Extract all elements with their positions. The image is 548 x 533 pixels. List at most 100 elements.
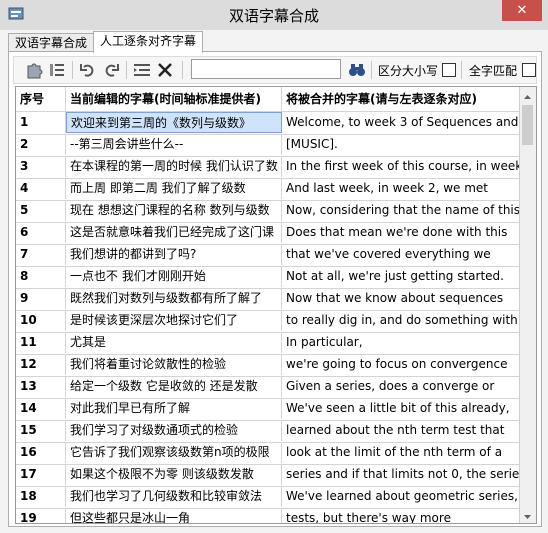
tab-panel: 区分大小写 全字匹配 序号 当前编辑的字幕(时间轴标准提供者) 将被合并的字幕(… xyxy=(8,51,542,527)
table-row[interactable]: 13 给定一个级数 它是收敛的 还是发散 Given a series, does … xyxy=(16,376,520,399)
row-index-cell[interactable]: 1 xyxy=(16,112,66,133)
current-subtitle-cell[interactable]: 我们将着重讨论敛散性的检验 xyxy=(66,354,282,375)
match-case-checkbox[interactable] xyxy=(442,63,456,77)
current-subtitle-cell[interactable]: 我们想讲的都讲到了吗? xyxy=(66,244,282,265)
table-row[interactable]: 15 我们学习了对级数通项式的检验 learned about the nth te… xyxy=(16,420,520,443)
row-index-cell[interactable]: 16 xyxy=(16,442,66,463)
vertical-scrollbar[interactable] xyxy=(519,87,536,523)
table-row[interactable]: 14 对此我们早已有所了解 We've seen a little bit of t… xyxy=(16,398,520,421)
merged-subtitle-cell[interactable]: that we've covered everything we xyxy=(282,244,520,265)
merged-subtitle-cell[interactable]: series and if that limits not 0, the ser… xyxy=(282,464,520,485)
table-row[interactable]: 5 现在 想想这门课程的名称 数列与级数 Now, considering that… xyxy=(16,200,520,223)
merged-subtitle-cell[interactable]: look at the limit of the nth term of a xyxy=(282,442,520,463)
table-row[interactable]: 10 是时候该更深层次地探讨它们了 to really dig in, and do… xyxy=(16,310,520,333)
row-index-cell[interactable]: 19 xyxy=(16,508,66,523)
column-header-current[interactable]: 当前编辑的字幕(时间轴标准提供者) xyxy=(66,87,282,111)
merged-subtitle-cell[interactable]: Welcome, to week 3 of Sequences and xyxy=(282,112,520,133)
merged-subtitle-cell[interactable]: learned about the nth term test that xyxy=(282,420,520,441)
table-row[interactable]: 9 既然我们对数列与级数都有所了解了 Now that we know about … xyxy=(16,288,520,311)
current-subtitle-cell[interactable]: 一点也不 我们才刚刚开始 xyxy=(66,266,282,287)
scroll-thumb[interactable] xyxy=(522,105,533,145)
row-index-cell[interactable]: 8 xyxy=(16,266,66,287)
current-subtitle-cell[interactable]: 是时候该更深层次地探讨它们了 xyxy=(66,310,282,331)
current-subtitle-cell[interactable]: --第三周会讲些什么-- xyxy=(66,134,282,155)
whole-word-checkbox[interactable] xyxy=(522,63,536,77)
list-numbered-icon[interactable] xyxy=(47,60,67,80)
row-index-cell[interactable]: 12 xyxy=(16,354,66,375)
tab-manual-align[interactable]: 人工逐条对齐字幕 xyxy=(93,31,204,53)
binoculars-icon[interactable] xyxy=(347,60,367,80)
table-row[interactable]: 17 如果这个极限不为零 则该级数发散 series and if that lim… xyxy=(16,464,520,487)
table-row[interactable]: 1 欢迎来到第三周的《数列与级数》 Welcome, to week 3 of Se… xyxy=(16,112,520,135)
current-subtitle-cell[interactable]: 在本课程的第一周的时候 我们认识了数 xyxy=(66,156,282,177)
toolbar-separator xyxy=(461,61,462,79)
row-index-cell[interactable]: 4 xyxy=(16,178,66,199)
merged-subtitle-cell[interactable]: We've seen a little bit of this already, xyxy=(282,398,520,419)
scroll-up-icon[interactable] xyxy=(523,91,532,100)
merged-subtitle-cell[interactable]: In the first week of this course, in wee… xyxy=(282,156,520,177)
table-row[interactable]: 2 --第三周会讲些什么-- [MUSIC]. xyxy=(16,134,520,157)
row-index-cell[interactable]: 5 xyxy=(16,200,66,221)
current-subtitle-cell[interactable]: 既然我们对数列与级数都有所了解了 xyxy=(66,288,282,309)
merged-subtitle-cell[interactable]: Now that we know about sequences xyxy=(282,288,520,309)
merged-subtitle-cell[interactable]: to really dig in, and do something with xyxy=(282,310,520,331)
table-row[interactable]: 8 一点也不 我们才刚刚开始 Not at all, we're just gett… xyxy=(16,266,520,289)
merged-subtitle-cell[interactable]: tests, but there's way more xyxy=(282,508,520,523)
merged-subtitle-cell[interactable]: we're going to focus on convergence xyxy=(282,354,520,375)
row-index-cell[interactable]: 17 xyxy=(16,464,66,485)
merged-subtitle-cell[interactable]: Does that mean we're done with this xyxy=(282,222,520,243)
current-subtitle-cell[interactable]: 我们也学习了几何级数和比较审敛法 xyxy=(66,486,282,507)
undo-icon[interactable] xyxy=(78,60,98,80)
close-button[interactable]: ✕ xyxy=(502,0,542,21)
row-index-cell[interactable]: 13 xyxy=(16,376,66,397)
row-index-cell[interactable]: 18 xyxy=(16,486,66,507)
current-subtitle-cell[interactable]: 对此我们早已有所了解 xyxy=(66,398,282,419)
merged-subtitle-cell[interactable]: [MUSIC]. xyxy=(282,134,520,155)
tab-bilingual-merge[interactable]: 双语字幕合成 xyxy=(8,33,95,52)
current-subtitle-cell[interactable]: 给定一个级数 它是收敛的 还是发散 xyxy=(66,376,282,397)
current-subtitle-cell[interactable]: 而上周 即第二周 我们了解了级数 xyxy=(66,178,282,199)
table-row[interactable]: 18 我们也学习了几何级数和比较审敛法 We've learned about ge… xyxy=(16,486,520,509)
current-subtitle-cell[interactable]: 但这些都只是冰山一角 xyxy=(66,508,282,523)
row-index-cell[interactable]: 9 xyxy=(16,288,66,309)
table-row[interactable]: 11 尤其是 In particular, xyxy=(16,332,520,355)
row-index-cell[interactable]: 10 xyxy=(16,310,66,331)
table-row[interactable]: 7 我们想讲的都讲到了吗? that we've covered everythin… xyxy=(16,244,520,267)
merged-subtitle-cell[interactable]: In particular, xyxy=(282,332,520,353)
search-input[interactable] xyxy=(191,59,341,79)
row-index-cell[interactable]: 7 xyxy=(16,244,66,265)
row-index-cell[interactable]: 14 xyxy=(16,398,66,419)
current-subtitle-cell[interactable]: 如果这个极限不为零 则该级数发散 xyxy=(66,464,282,485)
row-index-cell[interactable]: 2 xyxy=(16,134,66,155)
column-header-merged[interactable]: 将被合并的字幕(请与左表逐条对应) xyxy=(282,87,520,111)
row-index-cell[interactable]: 6 xyxy=(16,222,66,243)
current-subtitle-cell[interactable]: 现在 想想这门课程的名称 数列与级数 xyxy=(66,200,282,221)
redo-icon[interactable] xyxy=(101,60,121,80)
indent-list-icon[interactable] xyxy=(132,60,152,80)
row-index-cell[interactable]: 3 xyxy=(16,156,66,177)
table-row[interactable]: 4 而上周 即第二周 我们了解了级数 And last week, in week … xyxy=(16,178,520,201)
table-row[interactable]: 12 我们将着重讨论敛散性的检验 we're going to focus on c… xyxy=(16,354,520,377)
current-subtitle-cell[interactable]: 它告诉了我们观察该级数第n项的极限 xyxy=(66,442,282,463)
merged-subtitle-cell[interactable]: Given a series, does a converge or xyxy=(282,376,520,397)
merged-subtitle-cell[interactable]: Now, considering that the name of this xyxy=(282,200,520,221)
merged-subtitle-cell[interactable]: And last week, in week 2, we met xyxy=(282,178,520,199)
current-subtitle-cell[interactable]: 欢迎来到第三周的《数列与级数》 xyxy=(66,112,282,133)
current-subtitle-cell[interactable]: 尤其是 xyxy=(66,332,282,353)
scroll-down-icon[interactable] xyxy=(523,510,532,519)
window-title: 双语字幕合成 xyxy=(228,7,319,25)
table-row[interactable]: 16 它告诉了我们观察该级数第n项的极限 look at the limit of … xyxy=(16,442,520,465)
column-header-index[interactable]: 序号 xyxy=(16,87,66,111)
table-row[interactable]: 19 但这些都只是冰山一角 tests, but there's way more xyxy=(16,508,520,523)
current-subtitle-cell[interactable]: 我们学习了对级数通项式的检验 xyxy=(66,420,282,441)
table-row[interactable]: 3 在本课程的第一周的时候 我们认识了数 In the first week of … xyxy=(16,156,520,179)
puzzle-icon[interactable] xyxy=(24,60,44,80)
row-index-cell[interactable]: 15 xyxy=(16,420,66,441)
delete-icon[interactable] xyxy=(155,60,175,80)
current-subtitle-cell[interactable]: 这是否就意味着我们已经完成了这门课 xyxy=(66,222,282,243)
row-index-cell[interactable]: 11 xyxy=(16,332,66,353)
merged-subtitle-cell[interactable]: We've learned about geometric series, xyxy=(282,486,520,507)
table-row[interactable]: 6 这是否就意味着我们已经完成了这门课 Does that mean we're d… xyxy=(16,222,520,245)
merged-subtitle-cell[interactable]: Not at all, we're just getting started. xyxy=(282,266,520,287)
toolbar: 区分大小写 全字匹配 xyxy=(13,56,537,84)
